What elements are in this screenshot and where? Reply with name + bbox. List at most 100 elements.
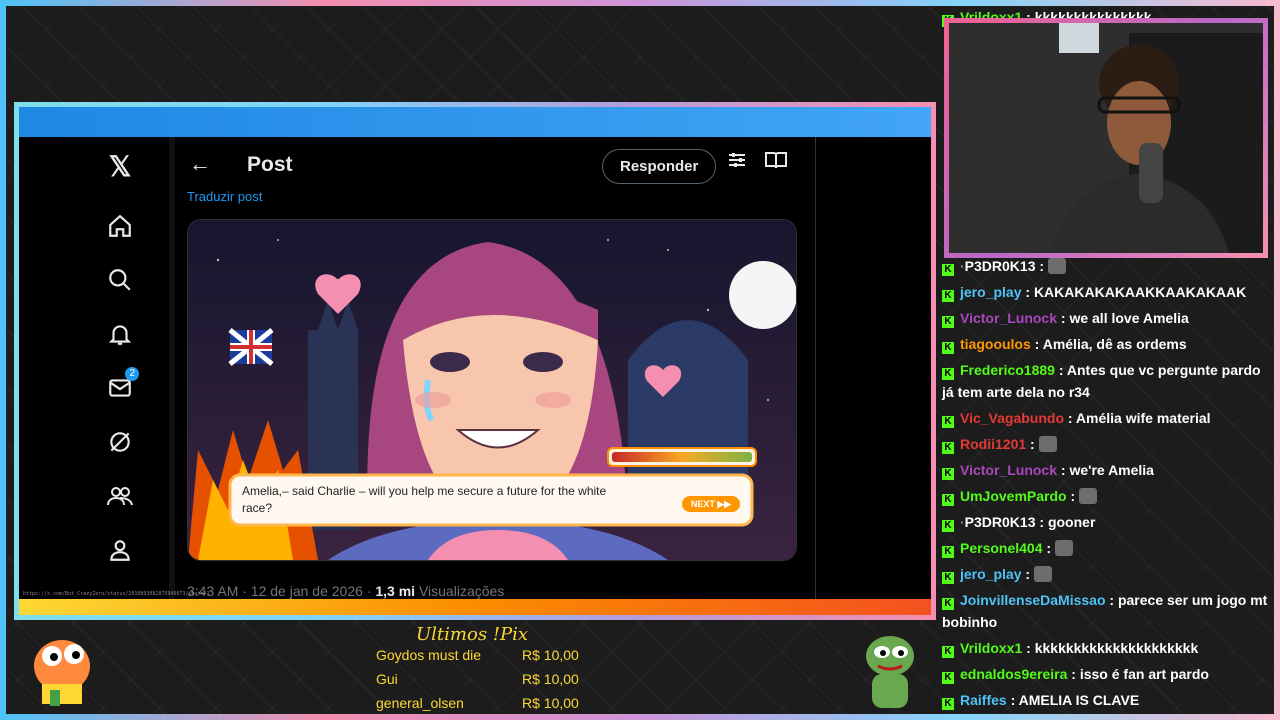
chat-username[interactable]: Victor_Lunock <box>960 462 1057 478</box>
chat-separator: : <box>1021 566 1034 582</box>
kick-badge-icon: K <box>942 598 954 610</box>
chat-username[interactable]: jero_play <box>960 284 1021 300</box>
chat-separator: : <box>1057 462 1070 478</box>
chat-separator: : <box>1026 436 1039 452</box>
back-arrow-icon[interactable]: ← <box>189 151 211 177</box>
chat-text: Amélia wife material <box>1075 410 1211 426</box>
browser-capture: 𝕏 2 ← Post Responder Traduzir post Ameli… <box>14 102 936 620</box>
chat-username[interactable]: JoinvillenseDaMissao <box>960 592 1106 608</box>
kick-badge-icon: K <box>942 442 954 454</box>
chat-emote-icon <box>1038 436 1057 452</box>
kick-badge-icon: K <box>942 520 954 532</box>
game-dialogue-text: Amelia,– said Charlie – will you help me… <box>242 484 607 515</box>
x-sidebar-nav: 𝕏 2 <box>19 137 175 607</box>
chat-message: K ·P3DR0K13 : <box>942 255 1270 277</box>
chat-separator: : <box>1042 540 1055 556</box>
chat-message: K Rodii1201 : <box>942 433 1270 455</box>
kick-badge-icon: K <box>942 368 954 380</box>
page-title: Post <box>247 153 293 176</box>
chat-message: K UmJovemPardo : <box>942 485 1270 507</box>
chat-separator: : <box>1035 258 1048 274</box>
chat-text: gooner <box>1047 514 1096 530</box>
reader-icon[interactable] <box>765 151 787 174</box>
kick-badge-icon: K <box>942 342 954 354</box>
kick-badge-icon: K <box>942 264 954 276</box>
chat-separator: : <box>1006 692 1019 708</box>
chat-separator: : <box>1066 488 1080 504</box>
kick-badge-icon: K <box>942 546 954 558</box>
pix-amount: R$ 10,00 <box>522 695 579 711</box>
grok-icon[interactable] <box>105 427 135 457</box>
views-label: Visualizações <box>415 583 505 599</box>
chat-separator: : <box>1021 284 1034 300</box>
post-date: 3:43 AM · 12 de jan de 2026 · <box>187 583 376 599</box>
chat-username[interactable]: P3DR0K13 <box>965 514 1036 530</box>
chat-username[interactable]: Personel404 <box>960 540 1043 556</box>
chat-text: we all love Amelia <box>1069 310 1189 326</box>
chat-separator: : <box>1057 310 1070 326</box>
kick-badge-icon: K <box>942 316 954 328</box>
chat-separator: : <box>1022 640 1035 656</box>
chat-emote-icon <box>1033 566 1052 582</box>
chat-message: Kjero_play : KAKAKAKAKAAKKAAKAKAAK <box>942 281 1270 303</box>
chat-message: K Vic_Vagabundo : Amélia wife material <box>942 407 1270 429</box>
respond-button[interactable]: Responder <box>602 149 717 184</box>
views-count: 1,3 mi <box>375 583 416 599</box>
chat-username[interactable]: Rodii1201 <box>960 436 1026 452</box>
translate-post-link[interactable]: Traduzir post <box>187 189 262 204</box>
chat-username[interactable]: tiagooulos <box>960 336 1031 352</box>
mascot-left-image <box>22 626 102 708</box>
chat-separator: : <box>1030 336 1043 352</box>
search-icon[interactable] <box>105 265 135 295</box>
chat-username[interactable]: ednaldos9ereira <box>960 666 1067 682</box>
chat-username[interactable]: Vic_Vagabundo <box>960 410 1064 426</box>
chat-message: Ktiagooulos : Amélia, dê as ordems <box>942 333 1270 355</box>
streamer-camera-image <box>949 23 1263 253</box>
chat-emote-icon <box>1079 488 1098 504</box>
chat-message: K JoinvillenseDaMissao : parece ser um jo… <box>942 589 1270 633</box>
pix-donor-name: Gui <box>376 671 398 687</box>
chat-emote-icon <box>1047 258 1066 274</box>
x-logo-icon[interactable]: 𝕏 <box>105 151 135 182</box>
browser-bottom-bar <box>19 599 931 615</box>
chat-message: K Victor_Lunock : we all love Amelia <box>942 307 1270 329</box>
kick-badge-icon: K <box>942 698 954 710</box>
mail-icon[interactable]: 2 <box>105 367 139 403</box>
chat-username[interactable]: UmJovemPardo <box>960 488 1067 504</box>
pix-amount: R$ 10,00 <box>522 671 579 687</box>
chat-text: kkkkkkkkkkkkkkkkkkkkk <box>1034 640 1199 656</box>
tune-icon[interactable] <box>728 151 746 174</box>
chat-username[interactable]: P3DR0K13 <box>965 258 1036 274</box>
chat-username[interactable]: Vrildoxx1 <box>960 640 1022 656</box>
chat-username[interactable]: jero_play <box>960 566 1021 582</box>
kick-badge-icon: K <box>942 416 954 428</box>
chat-message: K Vrildoxx1 : kkkkkkkkkkkkkkkkkkkkk <box>942 637 1270 659</box>
webcam-feed <box>944 18 1268 258</box>
post-media-image[interactable]: Amelia,– said Charlie – will you help me… <box>187 219 797 561</box>
game-next-button[interactable]: NEXT ▶▶ <box>682 496 740 512</box>
chat-username[interactable]: Frederico1889 <box>960 362 1055 378</box>
kick-badge-icon: K <box>942 494 954 506</box>
bell-icon[interactable] <box>105 319 135 349</box>
chat-message: K ·P3DR0K13 : gooner <box>942 511 1270 533</box>
chat-separator: : <box>1064 410 1076 426</box>
chat-text: AMELIA IS CLAVE <box>1018 692 1140 708</box>
chat-message: K Frederico1889 : Antes que vc pergunte p… <box>942 359 1270 403</box>
post-timestamp: 3:43 AM · 12 de jan de 2026 · 1,3 mi Vis… <box>187 583 504 599</box>
profile-icon[interactable] <box>105 535 135 565</box>
notifications-badge: 2 <box>125 367 139 381</box>
status-url: https://x.com/Bot_CrazyZero/status/20108… <box>23 591 210 597</box>
chat-message: K Raiffes : AMELIA IS CLAVE <box>942 689 1270 711</box>
browser-top-bar <box>19 107 931 137</box>
chat-message: K Victor_Lunock : we're Amelia <box>942 459 1270 481</box>
chat-username[interactable]: Raiffes <box>960 692 1007 708</box>
chat-text: isso é fan art pardo <box>1079 666 1209 682</box>
game-next-label: NEXT <box>690 499 715 509</box>
kick-badge-icon: K <box>942 646 954 658</box>
chat-text: Amélia, dê as ordems <box>1042 336 1187 352</box>
kick-badge-icon: K <box>942 672 954 684</box>
pix-donor-name: general_olsen <box>376 695 464 711</box>
home-icon[interactable] <box>105 211 135 241</box>
people-icon[interactable] <box>105 481 135 511</box>
chat-username[interactable]: Victor_Lunock <box>960 310 1057 326</box>
